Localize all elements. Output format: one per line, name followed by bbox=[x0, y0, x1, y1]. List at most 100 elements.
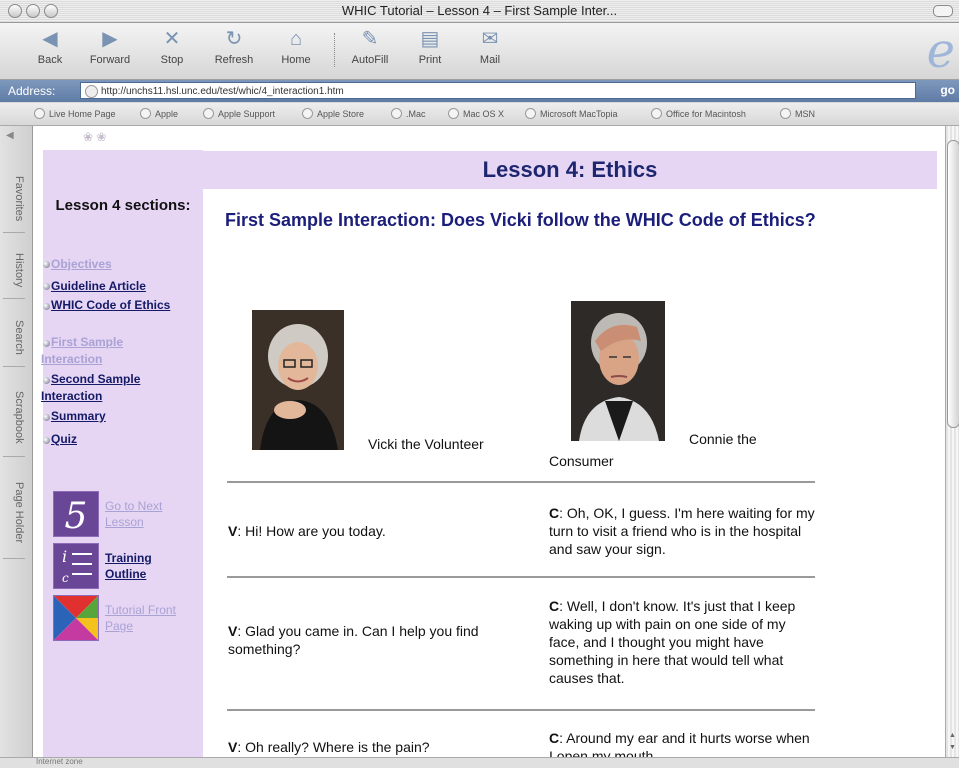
go-to-next-lesson-link[interactable]: Go to Next Lesson bbox=[105, 498, 185, 530]
favorite-apple[interactable]: Apple bbox=[140, 108, 178, 119]
stop-x-icon: ✕ bbox=[163, 28, 181, 50]
web-page-content: ❀ ❀ ✿ Lesson 4: Ethics Lesson 4 sections… bbox=[33, 126, 945, 757]
favorite-mac-os-x[interactable]: Mac OS X bbox=[448, 108, 504, 119]
bullet-icon bbox=[43, 261, 50, 268]
dialogue-line-connie-2: C: Well, I don't know. It's just that I … bbox=[549, 598, 796, 686]
print-icon: ▤ bbox=[420, 28, 440, 50]
globe-icon bbox=[525, 108, 536, 119]
section-link-second-sample-interaction[interactable]: Second Sample Interaction bbox=[41, 371, 181, 405]
address-label: Address: bbox=[8, 84, 56, 98]
tab-scrapbook[interactable]: Scrapbook bbox=[3, 378, 25, 457]
address-url: http://unchs11.hsl.unc.edu/test/whic/4_i… bbox=[101, 86, 344, 97]
interaction-heading: First Sample Interaction: Does Vicki fol… bbox=[225, 210, 816, 230]
vicki-caption: Vicki the Volunteer bbox=[368, 436, 484, 452]
speaker-label: C bbox=[549, 730, 560, 746]
decorative-flourish-icon: ❀ ❀ bbox=[83, 130, 107, 144]
globe-icon bbox=[302, 108, 313, 119]
autofill-button[interactable]: ✎ AutoFill bbox=[342, 26, 398, 66]
scroll-up-arrow-icon[interactable]: ▲ bbox=[949, 732, 956, 739]
training-outline-link[interactable]: Training Outline bbox=[105, 550, 175, 582]
dialogue-line-vicki-1: V: Hi! How are you today. bbox=[228, 523, 386, 539]
back-arrow-icon: ◀ bbox=[42, 28, 58, 50]
home-icon: ⌂ bbox=[289, 28, 303, 50]
globe-icon bbox=[140, 108, 151, 119]
stop-button[interactable]: ✕ Stop bbox=[144, 26, 200, 66]
tutorial-front-page-icon[interactable] bbox=[53, 595, 99, 641]
mail-icon: ✉ bbox=[481, 28, 499, 50]
explorer-side-tabs: ◀ Favorites History Search Scrapbook Pag… bbox=[0, 126, 33, 757]
status-bar: Internet zone bbox=[0, 757, 959, 768]
connie-photo bbox=[571, 301, 665, 441]
speaker-label: V bbox=[228, 739, 238, 755]
tutorial-front-page-link[interactable]: Tutorial Front Page bbox=[105, 602, 185, 634]
refresh-button[interactable]: ↻ Refresh bbox=[206, 26, 262, 66]
collapse-sidebar-icon[interactable]: ◀ bbox=[6, 130, 14, 141]
dialogue-line-connie-1: C: Oh, OK, I guess. I'm here waiting for… bbox=[549, 505, 815, 557]
tab-page-holder[interactable]: Page Holder bbox=[3, 468, 25, 559]
print-button[interactable]: ▤ Print bbox=[402, 26, 458, 66]
svg-text:5: 5 bbox=[65, 496, 88, 536]
forward-button[interactable]: ▶ Forward bbox=[82, 26, 138, 66]
bullet-icon bbox=[43, 437, 50, 444]
tab-history[interactable]: History bbox=[3, 242, 25, 299]
section-link-first-sample-interaction[interactable]: First Sample Interaction bbox=[41, 334, 181, 368]
section-link-quiz[interactable]: Quiz bbox=[51, 431, 77, 448]
vicki-photo bbox=[252, 310, 344, 450]
page-title: Lesson 4: Ethics bbox=[482, 157, 658, 182]
speaker-label: C bbox=[549, 505, 560, 521]
favorite-apple-store[interactable]: Apple Store bbox=[302, 108, 364, 119]
svg-text:i: i bbox=[62, 547, 67, 566]
favorite-live-home-page[interactable]: Live Home Page bbox=[34, 108, 116, 119]
dialogue-line-vicki-2: V: Glad you came in. Can I help you find… bbox=[228, 623, 479, 657]
section-link-guideline-article[interactable]: Guideline Article bbox=[51, 278, 146, 295]
window-title: WHIC Tutorial – Lesson 4 – First Sample … bbox=[341, 3, 618, 18]
section-link-summary[interactable]: Summary bbox=[51, 408, 106, 425]
forward-arrow-icon: ▶ bbox=[102, 28, 118, 50]
browser-toolbar: ◀ Back ▶ Forward ✕ Stop ↻ Refresh ⌂ Home ✎ Aut… bbox=[0, 23, 959, 80]
dialogue-divider bbox=[227, 481, 815, 483]
next-lesson-icon[interactable]: 5 bbox=[53, 491, 99, 537]
globe-icon bbox=[391, 108, 402, 119]
scroll-down-arrow-icon[interactable]: ▼ bbox=[949, 744, 956, 751]
home-button[interactable]: ⌂ Home bbox=[268, 26, 324, 66]
window-title-bar[interactable]: WHIC Tutorial – Lesson 4 – First Sample … bbox=[0, 0, 959, 23]
training-outline-icon[interactable]: i c bbox=[53, 543, 99, 589]
favorite-msn[interactable]: MSN bbox=[780, 108, 815, 119]
page-globe-icon bbox=[85, 85, 98, 98]
globe-icon bbox=[203, 108, 214, 119]
address-bar: Address: http://unchs11.hsl.unc.edu/test… bbox=[0, 80, 959, 102]
autofill-icon: ✎ bbox=[361, 28, 379, 50]
section-link-whic-code-of-ethics[interactable]: WHIC Code of Ethics bbox=[41, 297, 181, 314]
favorite-dot-mac[interactable]: .Mac bbox=[391, 108, 426, 119]
globe-icon bbox=[448, 108, 459, 119]
lesson-sidebar bbox=[43, 150, 203, 757]
connie-caption: Connie the Consumer bbox=[549, 431, 757, 469]
speaker-label: V bbox=[228, 623, 238, 639]
speaker-label: V bbox=[228, 523, 238, 539]
toolbar-toggle-button[interactable] bbox=[933, 5, 953, 17]
bullet-icon bbox=[43, 414, 50, 421]
sections-title: Lesson 4 sections: bbox=[55, 197, 191, 214]
favorite-microsoft-mactopia[interactable]: Microsoft MacTopia bbox=[525, 108, 618, 119]
favorite-office-for-macintosh[interactable]: Office for Macintosh bbox=[651, 108, 746, 119]
globe-icon bbox=[651, 108, 662, 119]
status-zone: Internet zone bbox=[36, 757, 83, 766]
favorite-apple-support[interactable]: Apple Support bbox=[203, 108, 275, 119]
scrollbar-thumb[interactable] bbox=[947, 140, 959, 428]
back-button[interactable]: ◀ Back bbox=[22, 26, 78, 66]
address-input[interactable]: http://unchs11.hsl.unc.edu/test/whic/4_i… bbox=[80, 82, 916, 99]
tab-favorites[interactable]: Favorites bbox=[3, 166, 25, 233]
bullet-icon bbox=[43, 283, 50, 290]
globe-icon bbox=[34, 108, 45, 119]
vertical-scrollbar[interactable]: ▲ ▼ bbox=[945, 126, 959, 757]
svg-text:c: c bbox=[62, 571, 69, 585]
dialogue-line-connie-3: C: Around my ear and it hurts worse when… bbox=[549, 730, 810, 757]
tab-search[interactable]: Search bbox=[3, 308, 25, 367]
dialogue-line-vicki-3: V: Oh really? Where is the pain? bbox=[228, 739, 430, 755]
speaker-label: C bbox=[549, 598, 560, 614]
go-button[interactable]: go bbox=[940, 83, 955, 97]
mail-button[interactable]: ✉ Mail bbox=[462, 26, 518, 66]
refresh-icon: ↻ bbox=[225, 28, 243, 50]
section-link-objectives[interactable]: Objectives bbox=[51, 256, 112, 273]
internet-explorer-logo-icon: e bbox=[926, 23, 955, 79]
